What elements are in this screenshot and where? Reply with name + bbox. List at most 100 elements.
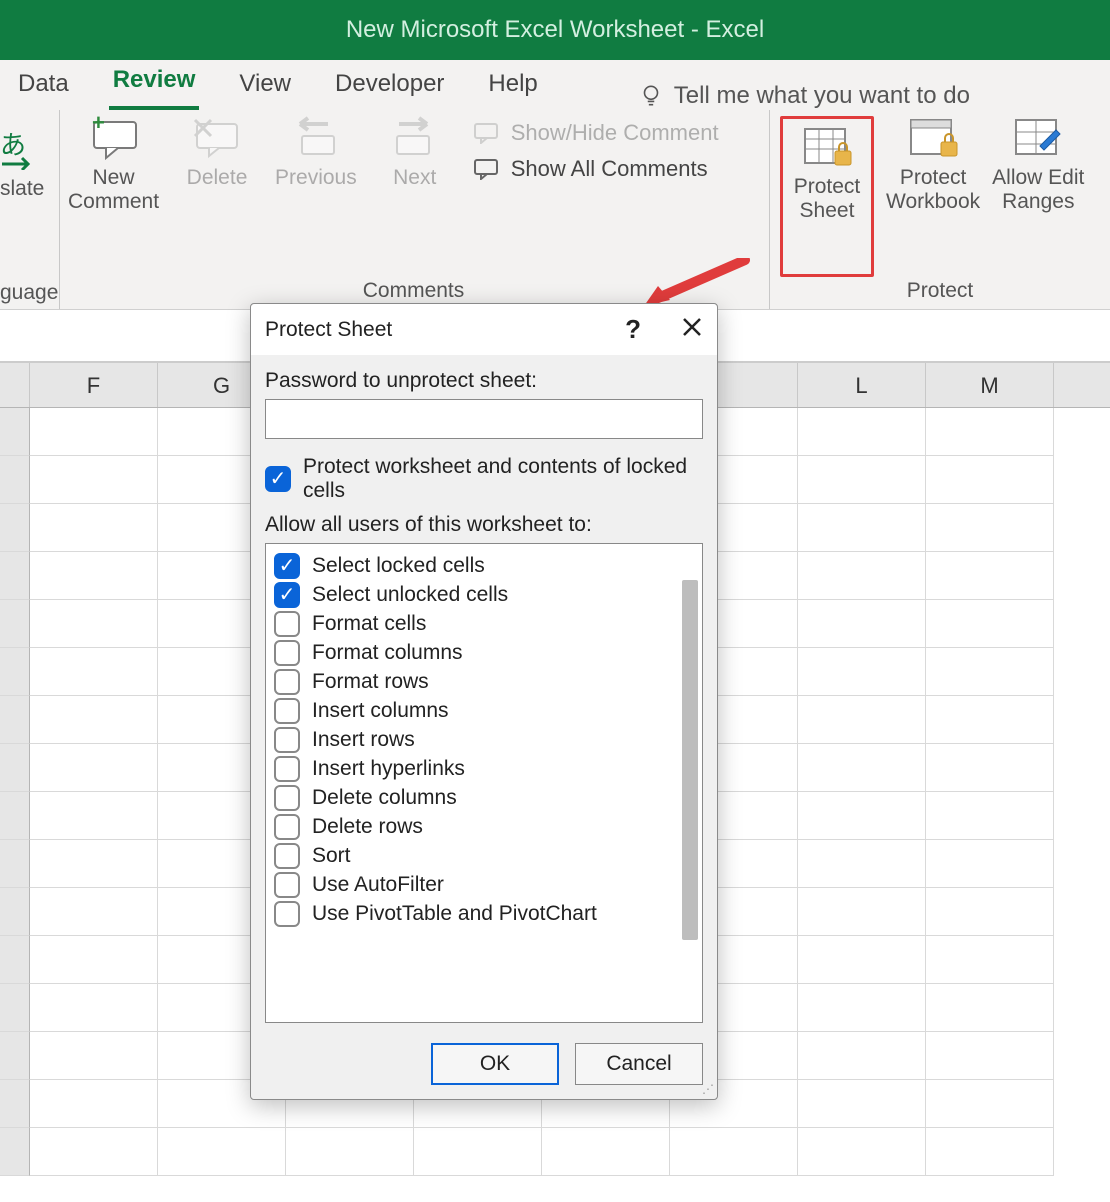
new-comment-button[interactable]: + NewComment: [68, 116, 159, 214]
permission-item[interactable]: Select unlocked cells: [274, 582, 694, 608]
password-input[interactable]: [265, 399, 703, 439]
permission-item[interactable]: Format columns: [274, 640, 694, 666]
permission-item[interactable]: Delete columns: [274, 785, 694, 811]
delete-label: Delete: [187, 166, 248, 190]
cell[interactable]: [926, 888, 1054, 936]
cell[interactable]: [926, 936, 1054, 984]
lightbulb-icon: [638, 83, 664, 109]
dialog-titlebar[interactable]: Protect Sheet ?: [251, 304, 717, 355]
cancel-button[interactable]: Cancel: [575, 1043, 703, 1085]
tab-review[interactable]: Review: [109, 58, 200, 110]
permission-item[interactable]: Insert hyperlinks: [274, 756, 694, 782]
cell[interactable]: [926, 408, 1054, 456]
cell[interactable]: [798, 1032, 926, 1080]
cell[interactable]: [670, 1128, 798, 1176]
cell[interactable]: [926, 792, 1054, 840]
allow-edit-ranges-button[interactable]: Allow EditRanges: [992, 116, 1084, 277]
cell[interactable]: [286, 1128, 414, 1176]
cell[interactable]: [30, 792, 158, 840]
column-header[interactable]: L: [798, 363, 926, 407]
permission-item[interactable]: Insert columns: [274, 698, 694, 724]
cell[interactable]: [30, 984, 158, 1032]
cell[interactable]: [798, 1080, 926, 1128]
cell[interactable]: [30, 1128, 158, 1176]
cell[interactable]: [926, 1032, 1054, 1080]
cell[interactable]: [798, 552, 926, 600]
column-header[interactable]: F: [30, 363, 158, 407]
cell[interactable]: [542, 1128, 670, 1176]
cell[interactable]: [30, 504, 158, 552]
cell[interactable]: [30, 648, 158, 696]
cell[interactable]: [798, 984, 926, 1032]
cell[interactable]: [798, 504, 926, 552]
cell[interactable]: [158, 1128, 286, 1176]
column-header[interactable]: M: [926, 363, 1054, 407]
cell[interactable]: [30, 1032, 158, 1080]
permission-item[interactable]: Select locked cells: [274, 553, 694, 579]
permission-item[interactable]: Delete rows: [274, 814, 694, 840]
tab-data[interactable]: Data: [14, 62, 73, 110]
cell[interactable]: [926, 984, 1054, 1032]
cell[interactable]: [798, 456, 926, 504]
tab-help[interactable]: Help: [484, 62, 541, 110]
permission-label: Select unlocked cells: [312, 583, 508, 607]
permission-item[interactable]: Insert rows: [274, 727, 694, 753]
cell[interactable]: [798, 840, 926, 888]
ok-button[interactable]: OK: [431, 1043, 559, 1085]
permission-item[interactable]: Sort: [274, 843, 694, 869]
listbox-scrollbar[interactable]: [682, 580, 698, 940]
tell-me-search[interactable]: Tell me what you want to do: [638, 82, 970, 110]
cell[interactable]: [30, 888, 158, 936]
cell[interactable]: [798, 600, 926, 648]
cell[interactable]: [798, 1128, 926, 1176]
cell[interactable]: [30, 408, 158, 456]
cell[interactable]: [30, 552, 158, 600]
protect-sheet-button[interactable]: ProtectSheet: [787, 125, 867, 223]
cell[interactable]: [926, 552, 1054, 600]
cell[interactable]: [926, 696, 1054, 744]
cell[interactable]: [926, 504, 1054, 552]
svg-text:+: +: [92, 116, 105, 135]
cell[interactable]: [926, 600, 1054, 648]
cell[interactable]: [798, 936, 926, 984]
cell[interactable]: [30, 600, 158, 648]
permission-item[interactable]: Format rows: [274, 669, 694, 695]
protect-workbook-button[interactable]: ProtectWorkbook: [886, 116, 980, 277]
cell[interactable]: [798, 792, 926, 840]
cell[interactable]: [30, 936, 158, 984]
cell[interactable]: [926, 744, 1054, 792]
cell[interactable]: [798, 648, 926, 696]
dialog-close-button[interactable]: [681, 314, 703, 345]
cell[interactable]: [798, 888, 926, 936]
cell[interactable]: [926, 840, 1054, 888]
checkbox-icon: [274, 698, 300, 724]
dialog-help-button[interactable]: ?: [625, 314, 641, 345]
cell[interactable]: [414, 1128, 542, 1176]
resize-grip-icon[interactable]: ⋰: [702, 1082, 714, 1096]
svg-text:あ: あ: [0, 130, 26, 160]
cell[interactable]: [926, 648, 1054, 696]
cell[interactable]: [30, 696, 158, 744]
tab-view[interactable]: View: [235, 62, 295, 110]
cell[interactable]: [30, 840, 158, 888]
cell[interactable]: [926, 456, 1054, 504]
cell[interactable]: [926, 1080, 1054, 1128]
checkbox-icon: [274, 901, 300, 927]
cell[interactable]: [798, 744, 926, 792]
tab-developer[interactable]: Developer: [331, 62, 448, 110]
permissions-listbox[interactable]: Select locked cells Select unlocked cells…: [265, 543, 703, 1023]
cell[interactable]: [30, 1080, 158, 1128]
cell[interactable]: [30, 744, 158, 792]
protect-sheet-label2: Sheet: [800, 199, 855, 222]
show-all-comments-button[interactable]: Show All Comments: [473, 156, 719, 182]
permission-item[interactable]: Format cells: [274, 611, 694, 637]
cell[interactable]: [30, 456, 158, 504]
cell[interactable]: [798, 696, 926, 744]
cell[interactable]: [926, 1128, 1054, 1176]
permission-item[interactable]: Use AutoFilter: [274, 872, 694, 898]
permission-item[interactable]: Use PivotTable and PivotChart: [274, 901, 694, 927]
ribbon: あ slate guage + NewComment Delete Previo…: [0, 110, 1110, 310]
cell[interactable]: [798, 408, 926, 456]
protect-contents-checkbox[interactable]: Protect worksheet and contents of locked…: [265, 455, 703, 503]
protect-group: ProtectSheet ProtectWorkbook Allow EditR…: [770, 110, 1110, 309]
